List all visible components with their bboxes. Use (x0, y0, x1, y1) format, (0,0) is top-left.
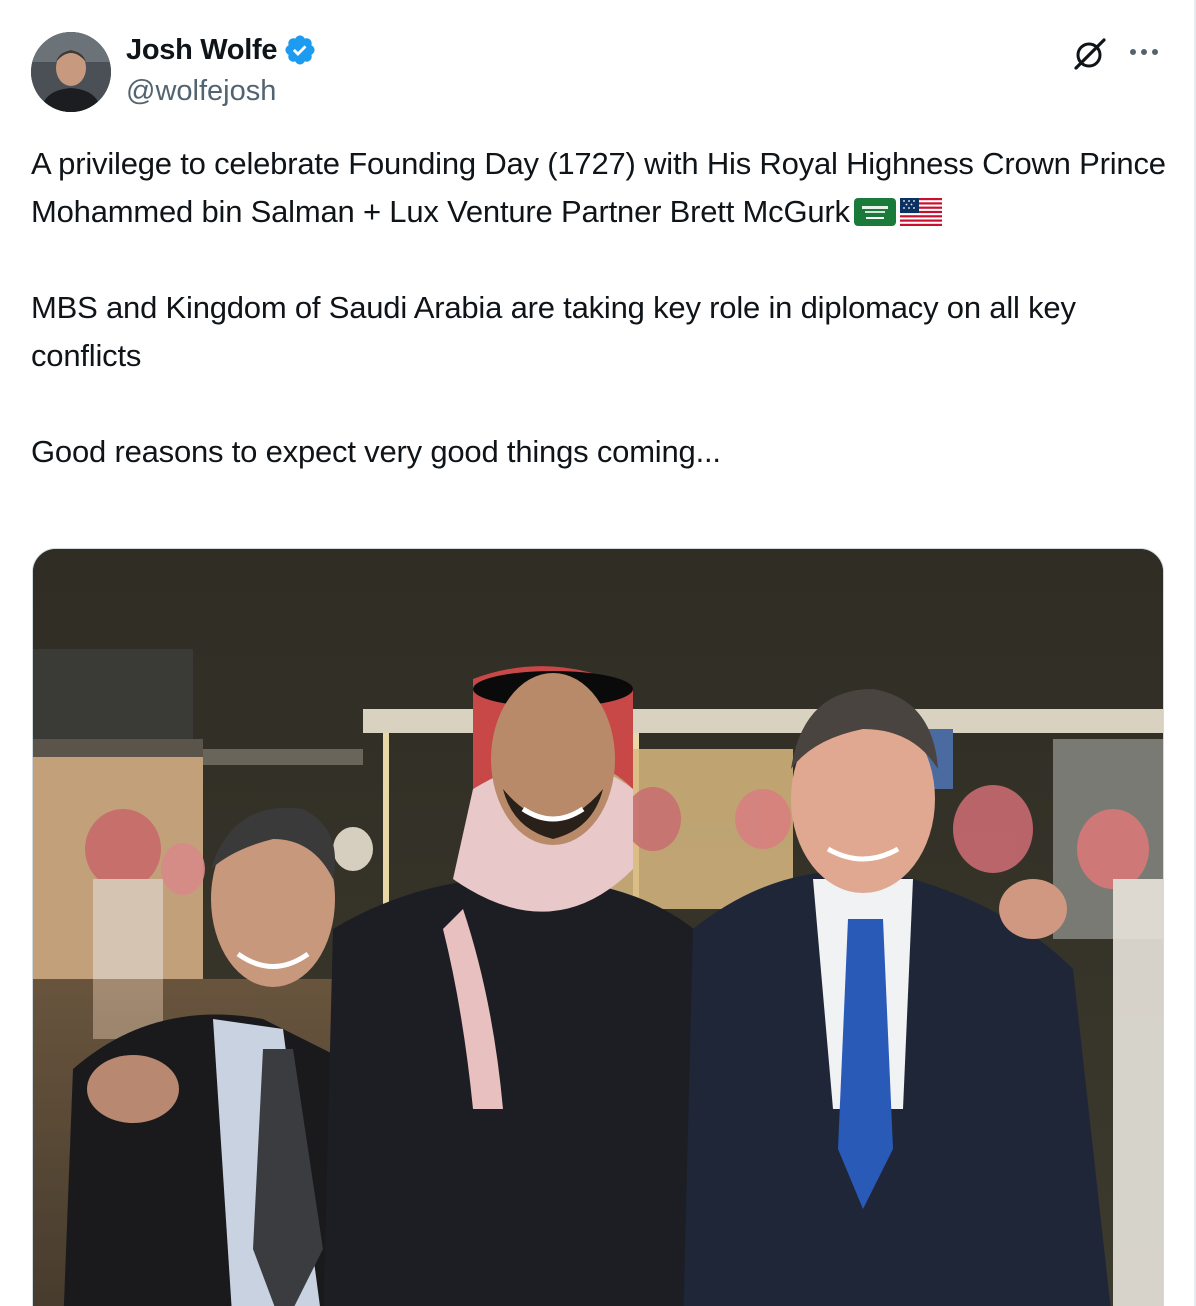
photo-image (33, 549, 1163, 1306)
author-display-name[interactable]: Josh Wolfe (126, 34, 277, 67)
author-name-row: Josh Wolfe (126, 33, 317, 67)
verified-badge-icon (283, 33, 317, 67)
tweet-paragraph-text: A privilege to celebrate Founding Day (1… (31, 146, 1166, 229)
tweet-paragraph: Good reasons to expect very good things … (31, 434, 721, 469)
saudi-flag-icon (853, 192, 896, 226)
tweet-card: Josh Wolfe @wolfejosh A privilege to cel… (0, 0, 1196, 1306)
tweet-paragraph: MBS and Kingdom of Saudi Arabia are taki… (31, 290, 1076, 373)
tweet-photo[interactable] (32, 548, 1164, 1306)
more-options-icon[interactable] (1124, 36, 1164, 68)
author-handle[interactable]: @wolfejosh (126, 75, 276, 108)
author-avatar[interactable] (31, 32, 111, 112)
us-flag-icon (899, 192, 942, 226)
avatar-photo (31, 32, 111, 112)
tweet-paragraph: A privilege to celebrate Founding Day (1… (31, 140, 1171, 236)
grok-icon[interactable] (1070, 34, 1110, 74)
tweet-text: A privilege to celebrate Founding Day (1… (31, 140, 1171, 476)
